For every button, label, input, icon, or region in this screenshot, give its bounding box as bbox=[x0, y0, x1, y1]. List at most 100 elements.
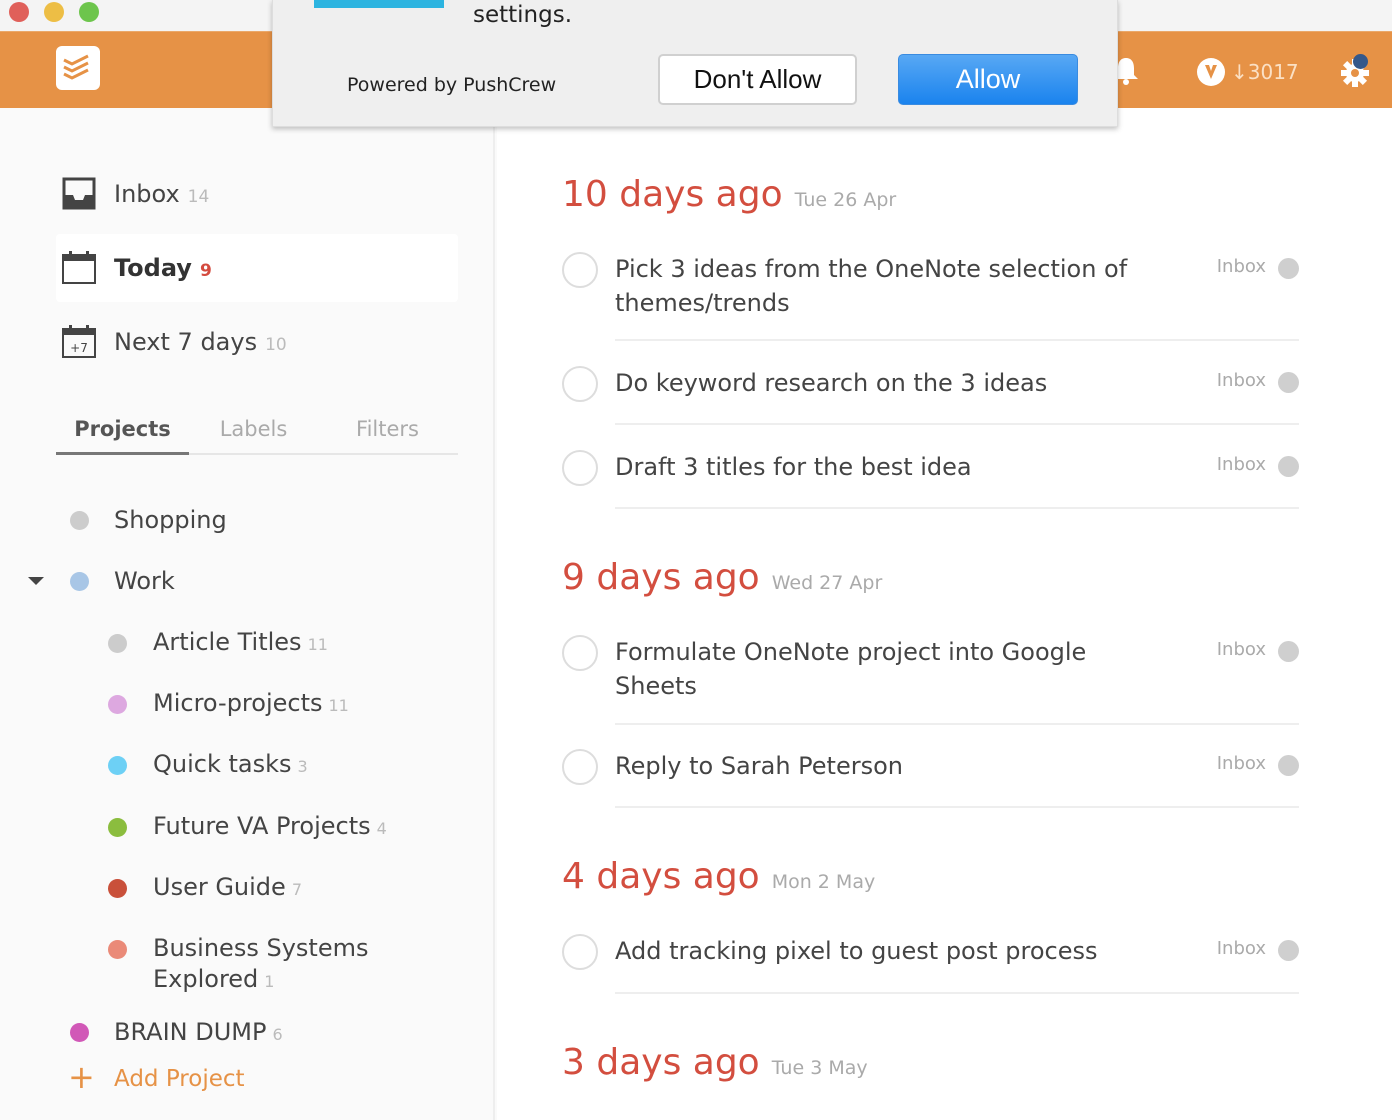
project-count: 3 bbox=[297, 757, 308, 776]
project-label: Micro-projects bbox=[153, 689, 323, 717]
task-project-dot bbox=[1278, 755, 1299, 776]
sidebar-item-next-7-days[interactable]: +7 Next 7 days 10 bbox=[56, 308, 458, 376]
section-title: 4 days ago bbox=[562, 856, 760, 897]
task-item[interactable]: Do keyword research on the 3 ideas Inbox bbox=[562, 366, 1299, 426]
task-divider bbox=[615, 723, 1299, 725]
project-label: Shopping bbox=[114, 506, 227, 534]
task-project-dot bbox=[1278, 372, 1299, 393]
task-project-label[interactable]: Inbox bbox=[1217, 753, 1266, 774]
project-color-dot bbox=[70, 511, 89, 530]
task-item[interactable]: Formulate OneNote project into Google Sh… bbox=[562, 635, 1299, 725]
tab-filters[interactable]: Filters bbox=[321, 417, 454, 441]
dont-allow-button[interactable]: Don't Allow bbox=[658, 54, 857, 105]
task-item[interactable]: Add tracking pixel to guest post process… bbox=[562, 934, 1299, 994]
task-project-label[interactable]: Inbox bbox=[1217, 938, 1266, 959]
task-checkbox[interactable] bbox=[562, 749, 598, 785]
svg-text:+7: +7 bbox=[70, 341, 88, 355]
project-color-dot bbox=[70, 1023, 89, 1042]
task-checkbox[interactable] bbox=[562, 450, 598, 486]
project-label: Article Titles bbox=[153, 628, 302, 656]
settings-badge bbox=[1353, 54, 1368, 69]
popup-accent-bar bbox=[314, 0, 444, 8]
push-notification-prompt: settings. Powered by PushCrew Don't Allo… bbox=[272, 0, 1118, 127]
window-minimize-button[interactable] bbox=[44, 2, 64, 22]
task-project-label[interactable]: Inbox bbox=[1217, 454, 1266, 475]
project-label: Future VA Projects bbox=[153, 812, 371, 840]
section-header: 9 days ago Wed 27 Apr bbox=[562, 557, 882, 598]
task-content[interactable]: Draft 3 titles for the best idea bbox=[615, 450, 1135, 484]
task-content[interactable]: Do keyword research on the 3 ideas bbox=[615, 366, 1135, 400]
task-divider bbox=[615, 806, 1299, 808]
task-checkbox[interactable] bbox=[562, 252, 598, 288]
task-content[interactable]: Add tracking pixel to guest post process bbox=[615, 934, 1135, 968]
window-maximize-button[interactable] bbox=[79, 2, 99, 22]
section-header: 3 days ago Tue 3 May bbox=[562, 1042, 868, 1083]
tab-labels[interactable]: Labels bbox=[187, 417, 320, 441]
task-project-label[interactable]: Inbox bbox=[1217, 639, 1266, 660]
task-checkbox[interactable] bbox=[562, 366, 598, 402]
add-project-label: Add Project bbox=[114, 1066, 245, 1092]
allow-button[interactable]: Allow bbox=[898, 54, 1078, 105]
sidebar-tabs: Projects Labels Filters bbox=[56, 413, 458, 455]
task-item[interactable]: Draft 3 titles for the best idea Inbox bbox=[562, 450, 1299, 510]
calendar-plus7-icon: +7 bbox=[62, 325, 96, 358]
project-label: Quick tasks bbox=[153, 750, 292, 778]
section-date: Tue 3 May bbox=[771, 1057, 868, 1079]
task-divider bbox=[615, 339, 1299, 341]
popup-message: settings. bbox=[473, 2, 573, 28]
task-project-label[interactable]: Inbox bbox=[1217, 256, 1266, 277]
task-content[interactable]: Reply to Sarah Peterson bbox=[615, 749, 1135, 783]
section-header: 10 days ago Tue 26 Apr bbox=[562, 174, 896, 215]
project-color-dot bbox=[108, 634, 127, 653]
calendar-icon bbox=[62, 251, 96, 284]
tab-projects[interactable]: Projects bbox=[56, 417, 189, 441]
section-title: 10 days ago bbox=[562, 174, 783, 215]
project-count: 6 bbox=[272, 1025, 283, 1044]
task-project-dot bbox=[1278, 456, 1299, 477]
todoist-logo-icon[interactable] bbox=[56, 46, 100, 90]
task-divider bbox=[615, 992, 1299, 994]
inbox-icon bbox=[62, 177, 96, 210]
task-checkbox[interactable] bbox=[562, 635, 598, 671]
project-label: User Guide bbox=[153, 873, 286, 901]
project-count: 11 bbox=[328, 696, 349, 715]
task-content[interactable]: Pick 3 ideas from the OneNote selection … bbox=[615, 252, 1135, 320]
nav-count: 14 bbox=[187, 187, 210, 207]
section-date: Wed 27 Apr bbox=[771, 572, 883, 594]
nav-count: 9 bbox=[199, 261, 212, 281]
task-project-dot bbox=[1278, 940, 1299, 961]
project-label: Work bbox=[114, 567, 175, 595]
karma-icon bbox=[1197, 58, 1225, 86]
karma-indicator[interactable]: ↓3017 bbox=[1197, 58, 1299, 86]
task-project-label[interactable]: Inbox bbox=[1217, 370, 1266, 391]
section-title: 3 days ago bbox=[562, 1042, 760, 1083]
active-tab-indicator bbox=[56, 452, 189, 455]
task-item[interactable]: Pick 3 ideas from the OneNote selection … bbox=[562, 252, 1299, 342]
project-color-dot bbox=[108, 695, 127, 714]
project-count: 4 bbox=[376, 819, 387, 838]
sidebar: Inbox 14 Today 9 +7 Next 7 days 10 Projects… bbox=[0, 108, 495, 1120]
project-label: Business Systems bbox=[153, 934, 369, 962]
task-project-dot bbox=[1278, 258, 1299, 279]
caret-down-icon[interactable] bbox=[28, 577, 44, 585]
project-color-dot bbox=[108, 818, 127, 837]
task-divider bbox=[615, 507, 1299, 509]
task-content[interactable]: Formulate OneNote project into Google Sh… bbox=[615, 635, 1175, 703]
project-color-dot bbox=[70, 572, 89, 591]
task-checkbox[interactable] bbox=[562, 934, 598, 970]
project-count: 11 bbox=[307, 635, 328, 654]
section-date: Tue 26 Apr bbox=[794, 189, 897, 211]
task-list-panel: 10 days ago Tue 26 Apr Pick 3 ideas from… bbox=[497, 108, 1392, 1120]
karma-score: ↓3017 bbox=[1231, 60, 1299, 84]
sidebar-item-today[interactable]: Today 9 bbox=[56, 234, 458, 302]
window-close-button[interactable] bbox=[9, 2, 29, 22]
project-label-line2: Explored bbox=[153, 965, 259, 993]
nav-label: Inbox bbox=[114, 180, 180, 208]
section-date: Mon 2 May bbox=[771, 871, 876, 893]
task-item[interactable]: Reply to Sarah Peterson Inbox bbox=[562, 749, 1299, 809]
section-header: 4 days ago Mon 2 May bbox=[562, 856, 875, 897]
popup-powered-by: Powered by PushCrew bbox=[347, 74, 557, 96]
nav-label: Today bbox=[114, 254, 192, 282]
project-color-dot bbox=[108, 879, 127, 898]
sidebar-item-inbox[interactable]: Inbox 14 bbox=[56, 160, 458, 228]
